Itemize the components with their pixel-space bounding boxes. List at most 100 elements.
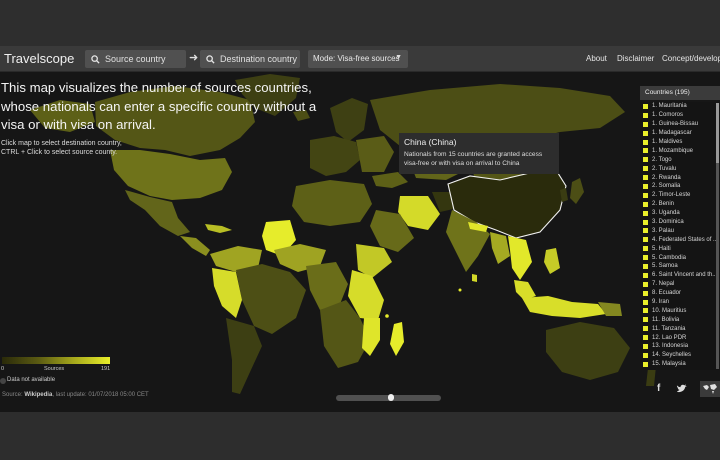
region-japan[interactable] [570,178,584,204]
country-list-label: 10. Mauritius [652,307,687,314]
region-indonesia[interactable] [522,296,606,318]
country-list-label: 8. Ecuador [652,290,682,297]
country-list-item[interactable]: 1. Madagascar [640,129,720,138]
destination-country-search[interactable] [200,50,300,68]
country-list-label: 3. Uganda [652,210,680,217]
zoom-slider-handle[interactable] [388,394,394,401]
country-list-item[interactable]: 5. Cambodia [640,253,720,262]
bottom-band [0,412,720,460]
region-bangladesh-myanmar[interactable] [490,232,510,264]
nav-concept[interactable]: Concept/development: [662,54,720,63]
brand-logo[interactable]: Travelscope [4,51,74,66]
country-color-swatch [643,175,648,181]
country-list-label: 4. Federated States of ... [652,236,719,243]
region-caribbean[interactable] [205,224,232,233]
region-sri-lanka[interactable] [472,274,477,282]
country-list-item[interactable]: 5. Haiti [640,244,720,253]
country-color-swatch [643,352,648,358]
country-list-item[interactable]: 2. Somalia [640,182,720,191]
region-australia[interactable] [546,322,630,380]
country-list-item[interactable]: 6. Saint Vincent and th... [640,271,720,280]
country-color-swatch [643,272,648,278]
source-country-input[interactable] [105,54,185,64]
country-list-item[interactable]: 8. Ecuador [640,289,720,298]
country-list-item[interactable]: 11. Bolivia [640,315,720,324]
country-list-label: 14. Seychelles [652,352,692,359]
country-color-swatch [643,103,648,109]
country-list-item[interactable]: 10. Mauritius [640,306,720,315]
region-comoros[interactable] [385,314,389,318]
region-western-europe[interactable] [310,136,360,176]
source-country-search[interactable] [85,50,186,68]
country-list-item[interactable]: 2. Togo [640,155,720,164]
country-list-item[interactable]: 1. Maldives [640,138,720,147]
country-list-label: 3. Dominica [652,219,684,226]
country-list-label: 15. Malaysia [652,361,686,368]
region-southern-cone[interactable] [226,318,262,394]
country-color-swatch [643,299,648,305]
country-color-swatch [643,317,648,323]
region-mozambique[interactable] [362,318,380,356]
region-malaysia[interactable] [514,280,536,300]
country-list-item[interactable]: 2. Tuvalu [640,164,720,173]
country-list-item[interactable]: 1. Mozambique [640,146,720,155]
country-list-label: 2. Tuvalu [652,165,677,172]
destination-country-input[interactable] [220,54,300,64]
region-central-america[interactable] [180,236,210,256]
globe-share-icon[interactable] [700,381,720,397]
country-list[interactable]: 1. Mauritania 1. Comoros 1. Guinea-Bissau 1… [640,102,720,370]
country-color-swatch [643,237,648,243]
country-list-item[interactable]: 2. Rwanda [640,173,720,182]
country-list-item[interactable]: 9. Iran [640,298,720,307]
country-color-swatch [643,166,648,172]
country-list-item[interactable]: 2. Timor-Leste [640,191,720,200]
mode-select[interactable]: Mode: Visa-free sources ▼ [308,50,408,68]
country-color-swatch [643,308,648,314]
region-madagascar[interactable] [390,322,404,356]
country-list-item[interactable]: 1. Comoros [640,111,720,120]
region-scandinavia[interactable] [330,98,368,142]
country-color-swatch [643,255,648,261]
country-color-swatch [643,201,648,207]
map-hint: Click map to select destination country,… [1,139,131,157]
region-philippines[interactable] [544,248,560,274]
region-brazil[interactable] [236,264,306,334]
country-list-label: 13. Indonesia [652,343,689,350]
country-list-item[interactable]: 15. Malaysia [640,360,720,369]
country-list-item[interactable]: 1. Guinea-Bissau [640,120,720,129]
caret-down-icon: ▼ [395,54,402,61]
country-list-label: 7. Nepal [652,281,675,288]
nav-disclaimer[interactable]: Disclaimer [617,54,654,63]
country-list-item[interactable]: 2. Benin [640,200,720,209]
source-link[interactable]: Wikipedia [24,392,52,398]
country-list-item[interactable]: 4. Federated States of ... [640,235,720,244]
country-list-label: 6. Saint Vincent and th... [652,272,718,279]
country-list-label: 2. Benin [652,201,675,208]
region-north-africa[interactable] [292,180,372,226]
country-list-item[interactable]: 14. Seychelles [640,351,720,360]
facebook-icon[interactable]: f [657,383,660,394]
region-eastern-europe[interactable] [356,136,394,172]
country-color-swatch [643,335,648,341]
country-list-scroll-thumb[interactable] [716,103,719,163]
country-list-item[interactable]: 7. Nepal [640,280,720,289]
country-list-item[interactable]: 11. Tanzania [640,324,720,333]
country-list-label: 1. Comoros [652,112,684,119]
country-color-swatch [643,192,648,198]
country-list-item[interactable]: 3. Dominica [640,218,720,227]
country-list-item[interactable]: 12. Lao PDR [640,333,720,342]
country-list-item[interactable]: 3. Uganda [640,209,720,218]
region-indochina[interactable] [508,236,532,280]
country-list-label: 12. Lao PDR [652,334,687,341]
country-list-item[interactable]: 13. Indonesia [640,342,720,351]
country-list-header[interactable]: Countries (195) [640,86,720,100]
country-list-label: 5. Samoa [652,263,678,270]
country-color-swatch [643,281,648,287]
nav-about[interactable]: About [586,54,607,63]
region-maldives[interactable] [458,288,462,292]
country-list-item[interactable]: 5. Samoa [640,262,720,271]
twitter-icon[interactable] [676,384,687,397]
country-list-item[interactable]: 3. Palau [640,226,720,235]
region-turkey[interactable] [372,172,408,188]
country-list-item[interactable]: 1. Mauritania [640,102,720,111]
